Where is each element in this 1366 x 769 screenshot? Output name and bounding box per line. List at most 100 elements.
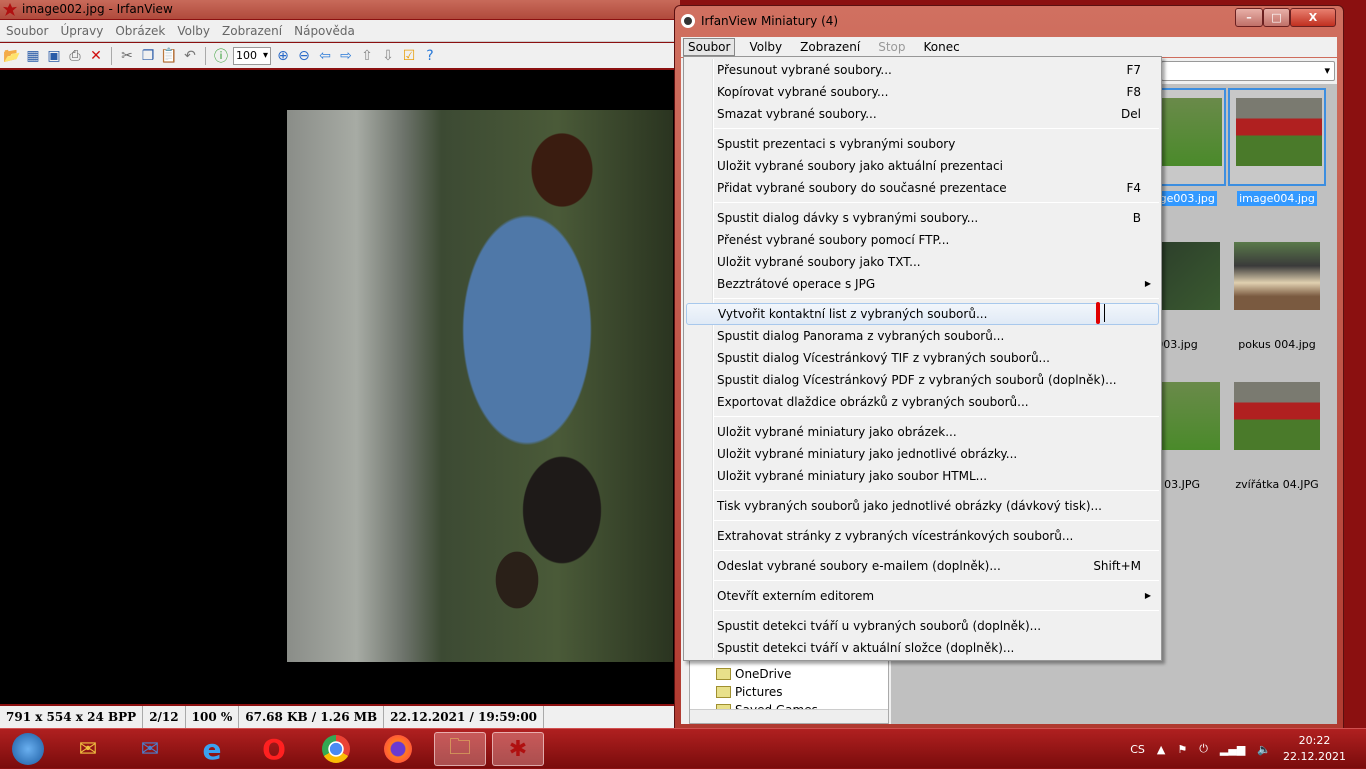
- power-icon[interactable]: ⏻: [1199, 742, 1208, 756]
- menu-item[interactable]: Tisk vybraných souborů jako jednotlivé o…: [686, 495, 1159, 517]
- cut-icon[interactable]: ✂: [118, 47, 136, 65]
- tree-horizontal-scrollbar[interactable]: [690, 709, 888, 723]
- menu-item[interactable]: Smazat vybrané soubory... Del: [686, 103, 1159, 125]
- menu-item[interactable]: Spustit dialog Panorama z vybraných soub…: [686, 325, 1159, 347]
- zoom-in-icon[interactable]: ⊕: [274, 47, 292, 65]
- tree-item-onedrive[interactable]: OneDrive: [716, 667, 791, 681]
- thumbnail[interactable]: [1228, 374, 1326, 472]
- paste-icon[interactable]: 📋: [160, 47, 178, 65]
- taskbar-internet-explorer[interactable]: e: [186, 732, 238, 766]
- action-center-flag-icon[interactable]: ⚑: [1177, 743, 1187, 756]
- menu-separator: [714, 298, 1159, 299]
- tree-item-pictures[interactable]: Pictures: [716, 685, 783, 699]
- open-folder-icon[interactable]: 📂: [3, 47, 21, 65]
- taskbar-irfanview[interactable]: ✱: [492, 732, 544, 766]
- menu-soubor[interactable]: Soubor: [683, 38, 736, 56]
- menu-item[interactable]: Spustit dialog dávky s vybranými soubory…: [686, 207, 1159, 229]
- taskbar-file-explorer[interactable]: 🗀: [434, 732, 486, 766]
- menu-item[interactable]: Uložit vybrané miniatury jako obrázek...: [686, 421, 1159, 443]
- thumbnail-filename: pokus 004.jpg: [1238, 338, 1316, 351]
- minimize-button[interactable]: –: [1235, 8, 1263, 27]
- menu-item-label: Spustit dialog Panorama z vybraných soub…: [717, 329, 1005, 343]
- main-window-titlebar[interactable]: image002.jpg - IrfanView: [0, 0, 680, 19]
- menu-item[interactable]: Extrahovat stránky z vybraných vícestrán…: [686, 525, 1159, 547]
- menu-item[interactable]: Spustit dialog Vícestránkový TIF z vybra…: [686, 347, 1159, 369]
- menu-item[interactable]: Odeslat vybrané soubory e-mailem (doplně…: [686, 555, 1159, 577]
- print-icon[interactable]: ⎙: [66, 47, 84, 65]
- menu-item[interactable]: Spustit prezentaci s vybranými soubory: [686, 133, 1159, 155]
- folder-combo[interactable]: [1161, 61, 1335, 81]
- start-button[interactable]: [2, 732, 54, 766]
- taskbar-opera[interactable]: O: [248, 732, 300, 766]
- folder-icon: [716, 668, 731, 680]
- status-bar: 791 x 554 x 24 BPP 2/12 100 % 67.68 KB /…: [0, 706, 676, 728]
- thumbnail-label[interactable]: zvířátka 04.JPG: [1217, 478, 1337, 491]
- menu-item[interactable]: Přidat vybrané soubory do současné preze…: [686, 177, 1159, 199]
- menu-item[interactable]: Vytvořit kontaktní list z vybraných soub…: [686, 303, 1159, 325]
- maximize-button[interactable]: □: [1263, 8, 1290, 27]
- menu-item[interactable]: Spustit detekci tváří v aktuální složce …: [686, 637, 1159, 659]
- menu-soubor[interactable]: Soubor: [6, 24, 48, 38]
- undo-icon[interactable]: ↶: [181, 47, 199, 65]
- menu-item[interactable]: Spustit detekci tváří u vybraných soubor…: [686, 615, 1159, 637]
- menu-napoveda[interactable]: Nápověda: [294, 24, 355, 38]
- menu-item[interactable]: Bezztrátové operace s JPG ▶: [686, 273, 1159, 295]
- menu-item[interactable]: Spustit dialog Vícestránkový PDF z vybra…: [686, 369, 1159, 391]
- first-icon[interactable]: ⇧: [358, 47, 376, 65]
- menu-item[interactable]: Uložit vybrané miniatury jako jednotlivé…: [686, 443, 1159, 465]
- taskbar-thunderbird[interactable]: ✉: [124, 732, 176, 766]
- menu-item[interactable]: Uložit vybrané soubory jako TXT...: [686, 251, 1159, 273]
- volume-icon[interactable]: 🔈: [1257, 743, 1271, 756]
- menu-separator: [714, 580, 1159, 581]
- menu-item[interactable]: Přesunout vybrané soubory... F7: [686, 59, 1159, 81]
- chrome-icon: [322, 735, 350, 763]
- thumbnail-label[interactable]: image004.jpg: [1217, 191, 1337, 206]
- menu-upravy[interactable]: Úpravy: [60, 24, 103, 38]
- menu-separator: [714, 550, 1159, 551]
- clock[interactable]: 20:22 22.12.2021: [1283, 733, 1346, 765]
- thunderbird-icon: ✉: [140, 736, 160, 762]
- info-icon[interactable]: ⓘ: [212, 47, 230, 65]
- menu-item[interactable]: Kopírovat vybrané soubory... F8: [686, 81, 1159, 103]
- menu-konec[interactable]: Konec: [920, 39, 964, 55]
- language-indicator[interactable]: CS: [1130, 743, 1145, 756]
- taskbar-chrome[interactable]: [310, 732, 362, 766]
- taskbar-outlook[interactable]: ✉: [62, 732, 114, 766]
- taskbar-firefox[interactable]: [372, 732, 424, 766]
- menu-zobrazeni[interactable]: Zobrazení: [222, 24, 282, 38]
- menu-volby[interactable]: Volby: [745, 39, 786, 55]
- menu-separator: [714, 128, 1159, 129]
- zoom-out-icon[interactable]: ⊖: [295, 47, 313, 65]
- menu-volby[interactable]: Volby: [177, 24, 210, 38]
- thumbnail-filename: image004.jpg: [1237, 191, 1317, 206]
- menu-item[interactable]: Uložit vybrané soubory jako aktuální pre…: [686, 155, 1159, 177]
- menu-item[interactable]: Přenést vybrané soubory pomocí FTP...: [686, 229, 1159, 251]
- menu-item-label: Uložit vybrané miniatury jako jednotlivé…: [717, 447, 1018, 461]
- menu-item[interactable]: Exportovat dlaždice obrázků z vybraných …: [686, 391, 1159, 413]
- thumbnail[interactable]: [1228, 88, 1326, 186]
- help-icon[interactable]: ?: [421, 47, 439, 65]
- network-signal-icon[interactable]: ▂▄▆: [1220, 743, 1245, 756]
- delete-icon[interactable]: ✕: [87, 47, 105, 65]
- menu-item-shortcut: F8: [1126, 85, 1141, 99]
- last-icon[interactable]: ⇩: [379, 47, 397, 65]
- menu-item[interactable]: Uložit vybrané miniatury jako soubor HTM…: [686, 465, 1159, 487]
- show-hidden-icons[interactable]: ▲: [1157, 743, 1165, 756]
- menu-item-label: Bezztrátové operace s JPG: [717, 277, 876, 291]
- thumbnail-label[interactable]: pokus 004.jpg: [1217, 338, 1337, 351]
- menu-obrazek[interactable]: Obrázek: [115, 24, 165, 38]
- thumbnail[interactable]: [1228, 234, 1326, 332]
- menu-zobrazeni[interactable]: Zobrazení: [796, 39, 864, 55]
- previous-arrow-icon[interactable]: ⇦: [316, 47, 334, 65]
- close-button[interactable]: X: [1290, 8, 1336, 27]
- save-icon[interactable]: ▣: [45, 47, 63, 65]
- slideshow-icon[interactable]: ▦: [24, 47, 42, 65]
- next-arrow-icon[interactable]: ⇨: [337, 47, 355, 65]
- options-checkbox-icon[interactable]: ☑: [400, 47, 418, 65]
- toolbar-separator: [111, 46, 112, 65]
- copy-icon[interactable]: ❐: [139, 47, 157, 65]
- zoom-select[interactable]: 100: [233, 46, 271, 65]
- menu-item[interactable]: Otevřít externím editorem ▶: [686, 585, 1159, 607]
- status-datetime: 22.12.2021 / 19:59:00: [384, 706, 545, 728]
- status-filesize: 67.68 KB / 1.26 MB: [239, 706, 385, 728]
